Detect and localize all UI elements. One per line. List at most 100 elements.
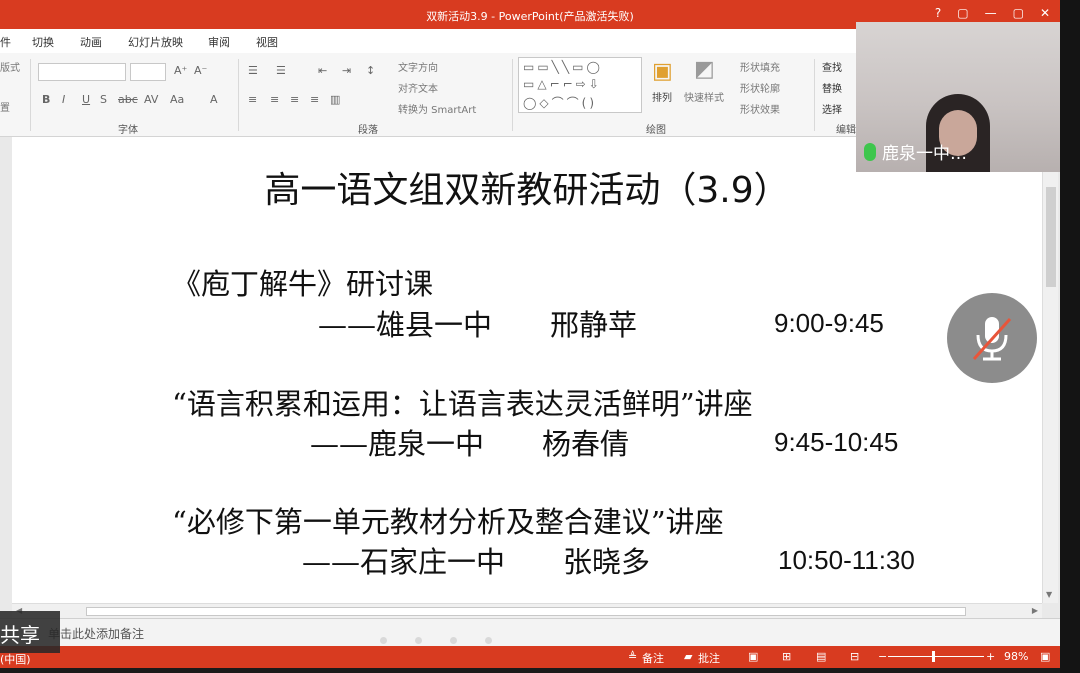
align-right-icon[interactable]: ≡ xyxy=(290,93,299,106)
zoom-slider-knob[interactable] xyxy=(932,651,935,662)
convert-smartart-button[interactable]: 转换为 SmartArt xyxy=(398,101,476,116)
font-group-label: 字体 xyxy=(118,125,138,136)
quick-styles-button[interactable]: 快速样式 xyxy=(684,89,724,104)
shadow-icon[interactable]: S xyxy=(100,93,107,106)
increase-indent-icon[interactable]: ⇥ xyxy=(342,64,351,77)
comments-icon[interactable]: ▰ xyxy=(684,650,692,663)
tab-review[interactable]: 审阅 xyxy=(208,34,230,50)
shape-fill-button[interactable]: 形状填充 xyxy=(740,59,780,74)
notes-icon[interactable]: ≜ xyxy=(628,650,637,663)
tab-file[interactable]: 件 xyxy=(0,34,11,50)
zoom-out-icon[interactable]: − xyxy=(878,650,887,663)
text-direction-button[interactable]: 文字方向 xyxy=(398,59,438,74)
numbering-icon[interactable]: ☰ xyxy=(276,64,286,77)
scroll-right-icon[interactable]: ▶ xyxy=(1032,606,1038,615)
agenda-topic[interactable]: “语言积累和运用：让语言表达灵活鲜明”讲座 xyxy=(172,381,753,423)
ribbon-display-icon[interactable]: ▢ xyxy=(957,6,968,20)
italic-icon[interactable]: I xyxy=(62,93,65,106)
agenda-topic[interactable]: 《庖丁解牛》研讨课 xyxy=(172,261,433,303)
help-icon[interactable]: ? xyxy=(935,6,941,20)
arrange-button[interactable]: 排列 xyxy=(652,89,672,104)
page-dot xyxy=(415,637,422,644)
participant-name-tag: 鹿泉一中… xyxy=(864,139,967,164)
select-button[interactable]: 选择 xyxy=(822,101,842,116)
shapes-gallery[interactable]: ▭▭╲╲▭◯ ▭△⌐⌐⇨⇩ ◯◇⌒⌒() xyxy=(518,57,642,113)
vertical-scrollbar[interactable]: ▼ xyxy=(1042,137,1058,603)
zoom-slider[interactable] xyxy=(888,656,984,657)
font-size-select[interactable] xyxy=(130,63,166,81)
page-dot xyxy=(450,637,457,644)
shapes-row-3-icon: ◯◇⌒⌒() xyxy=(523,96,598,110)
language-indicator: (中国) xyxy=(0,653,31,666)
align-center-icon[interactable]: ≡ xyxy=(270,93,279,106)
comments-toggle[interactable]: 批注 xyxy=(698,650,720,666)
quick-styles-icon[interactable]: ◩ xyxy=(694,57,715,82)
scroll-down-icon[interactable]: ▼ xyxy=(1046,590,1052,599)
maximize-icon[interactable]: ▢ xyxy=(1013,6,1024,20)
minimize-icon[interactable]: — xyxy=(985,6,997,20)
section-button[interactable]: 置 xyxy=(0,99,10,114)
page-dot xyxy=(380,637,387,644)
bullets-icon[interactable]: ☰ xyxy=(248,64,258,77)
notes-toggle[interactable]: 备注 xyxy=(642,650,664,666)
align-text-button[interactable]: 对齐文本 xyxy=(398,80,438,95)
agenda-presenter[interactable]: ——雄县一中 邢静苹 xyxy=(318,302,637,344)
reading-view-icon[interactable]: ▤ xyxy=(816,650,826,663)
tab-transitions[interactable]: 切换 xyxy=(32,34,54,50)
close-icon[interactable]: ✕ xyxy=(1040,6,1050,20)
change-case-icon[interactable]: Aa xyxy=(170,93,184,106)
agenda-time[interactable]: 9:00-9:45 xyxy=(774,308,884,339)
tab-view[interactable]: 视图 xyxy=(256,34,278,50)
paragraph-group-label: 段落 xyxy=(358,125,378,136)
agenda-topic[interactable]: “必修下第一单元教材分析及整合建议”讲座 xyxy=(172,499,724,541)
justify-icon[interactable]: ≡ xyxy=(310,93,319,106)
agenda-time[interactable]: 10:50-11:30 xyxy=(778,545,915,576)
arrange-icon[interactable]: ▣ xyxy=(652,59,673,84)
status-bar: (中国) ≜ 备注 ▰ 批注 ▣ ⊞ ▤ ⊟ − + 98% ▣ xyxy=(0,646,1060,668)
fit-window-icon[interactable]: ▣ xyxy=(1040,650,1050,663)
mic-active-icon xyxy=(864,142,876,161)
zoom-level[interactable]: 98% xyxy=(1004,650,1028,663)
window-controls: ? ▢ — ▢ ✕ xyxy=(935,6,1050,20)
underline-icon[interactable]: U xyxy=(82,93,90,106)
strikethrough-icon[interactable]: abc xyxy=(118,93,138,106)
line-spacing-icon[interactable]: ↕ xyxy=(366,64,375,77)
notes-pane[interactable]: 单击此处添加备注 xyxy=(0,618,1060,646)
tab-slideshow[interactable]: 幻灯片放映 xyxy=(128,34,183,50)
font-name-select[interactable] xyxy=(38,63,126,81)
participant-name: 鹿泉一中… xyxy=(882,144,967,164)
mute-button[interactable] xyxy=(947,293,1037,383)
slide-sorter-icon[interactable]: ⊞ xyxy=(782,650,791,663)
slide-editor: 高一语文组双新教研活动（3.9） 《庖丁解牛》研讨课 ——雄县一中 邢静苹 9:… xyxy=(0,137,1060,618)
shape-outline-button[interactable]: 形状轮廓 xyxy=(740,80,780,95)
replace-button[interactable]: 替换 xyxy=(822,80,842,95)
shape-effects-button[interactable]: 形状效果 xyxy=(740,101,780,116)
layout-button[interactable]: 版式 xyxy=(0,59,20,74)
zoom-in-icon[interactable]: + xyxy=(986,650,995,663)
notes-placeholder[interactable]: 单击此处添加备注 xyxy=(48,625,144,642)
page-dot xyxy=(485,637,492,644)
char-spacing-icon[interactable]: AV xyxy=(144,93,158,106)
mic-muted-icon xyxy=(972,317,1012,361)
find-button[interactable]: 查找 xyxy=(822,59,842,74)
agenda-time[interactable]: 9:45-10:45 xyxy=(774,427,898,458)
bold-icon[interactable]: B xyxy=(42,93,50,106)
share-badge[interactable]: 共享 xyxy=(0,611,60,653)
font-color-icon[interactable]: A xyxy=(210,93,218,106)
columns-icon[interactable]: ▥ xyxy=(330,93,340,106)
shrink-font-icon[interactable]: A⁻ xyxy=(194,64,207,77)
decrease-indent-icon[interactable]: ⇤ xyxy=(318,64,327,77)
slideshow-icon[interactable]: ⊟ xyxy=(850,650,859,663)
agenda-presenter[interactable]: ——石家庄一中 张晓多 xyxy=(302,539,650,581)
slide-canvas[interactable]: 高一语文组双新教研活动（3.9） 《庖丁解牛》研讨课 ——雄县一中 邢静苹 9:… xyxy=(12,137,1042,603)
normal-view-icon[interactable]: ▣ xyxy=(748,650,758,663)
agenda-presenter[interactable]: ——鹿泉一中 杨春倩 xyxy=(310,421,629,463)
vertical-scroll-thumb[interactable] xyxy=(1046,187,1056,287)
tab-animations[interactable]: 动画 xyxy=(80,34,102,50)
page-indicator xyxy=(380,637,492,644)
align-left-icon[interactable]: ≡ xyxy=(248,93,257,106)
grow-font-icon[interactable]: A⁺ xyxy=(174,64,187,77)
horizontal-scroll-thumb[interactable] xyxy=(86,607,966,616)
horizontal-scrollbar[interactable]: ◀ ▶ xyxy=(12,603,1042,618)
participant-video[interactable]: 鹿泉一中… xyxy=(856,22,1060,172)
